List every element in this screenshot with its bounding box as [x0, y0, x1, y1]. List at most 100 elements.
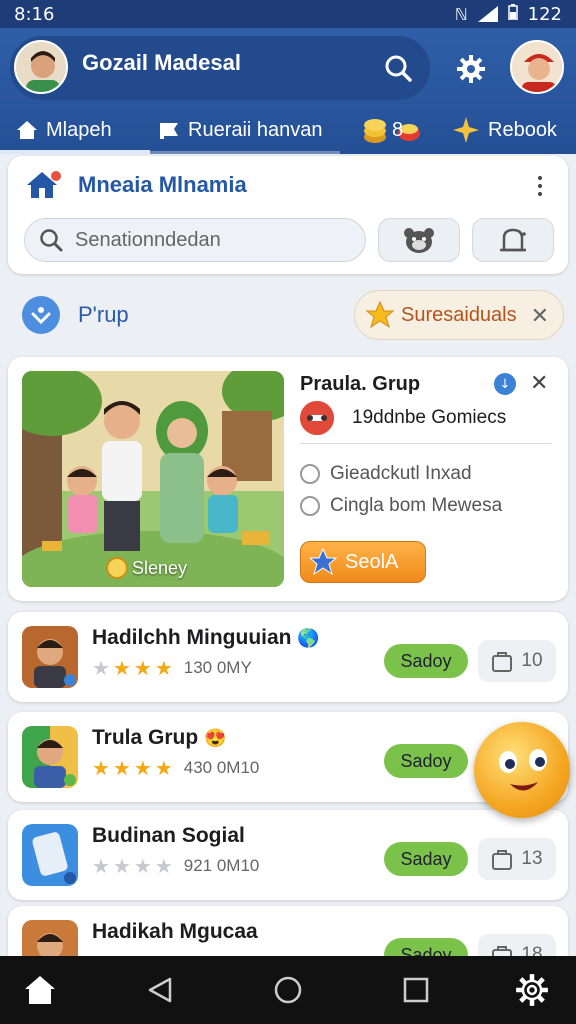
family-image: [22, 371, 284, 587]
gear-icon: [457, 55, 485, 83]
home-circle-nav-button[interactable]: [268, 972, 308, 1008]
status-icons: ℕ 122: [454, 3, 562, 25]
chevron-down-icon: [31, 307, 51, 325]
star-icon: ★: [154, 854, 173, 878]
info-badge-icon[interactable]: ↓: [494, 373, 516, 395]
option-radio-1[interactable]: Gieadckutl Inxad: [300, 463, 472, 485]
card-title: Mneaia Mlnamia: [78, 172, 247, 197]
item-title: Trula Grup 😍: [92, 726, 227, 749]
tab-rueraii[interactable]: Rueraii hanvan: [158, 114, 323, 146]
feature-action-button[interactable]: SeolA: [300, 541, 426, 583]
item-action-button[interactable]: Saday: [384, 842, 468, 876]
back-triangle-icon: [148, 977, 172, 1003]
search-button[interactable]: [378, 48, 418, 88]
status-bar: 8:16 ℕ 122: [0, 0, 576, 28]
tab-divider: [150, 151, 340, 154]
item-count-button[interactable]: 13: [478, 838, 556, 880]
tab-coins[interactable]: 8: [362, 114, 422, 146]
rating-stars: ★ ★ ★ ★ 921 0M10: [92, 856, 259, 876]
search-placeholder: Senationndedan: [75, 228, 221, 251]
search-card: Mneaia Mlnamia Senationndedan: [8, 156, 568, 274]
rating-stars: ★ ★ ★ ★ 430 0M10: [92, 758, 259, 778]
option-label: Gieadckutl Inxad: [330, 463, 472, 484]
floating-emoji-button[interactable]: [474, 722, 570, 818]
option-radio-2[interactable]: Cingla bom Mewesa: [300, 495, 502, 517]
tab-rebook[interactable]: Rebook: [452, 114, 557, 146]
item-action-button[interactable]: Sadoy: [384, 744, 468, 778]
status-time: 8:16: [14, 3, 55, 25]
star-icon: ★: [133, 756, 152, 780]
radio-circle: [300, 496, 320, 516]
username: Gozail Madesal: [82, 50, 241, 75]
square-icon: [403, 977, 429, 1003]
item-action-button[interactable]: Sadoy: [384, 644, 468, 678]
back-nav-button[interactable]: [140, 972, 180, 1008]
item-title: Budinan Sogial: [92, 824, 245, 847]
coin-icon: [106, 557, 128, 579]
friend-avatar[interactable]: [510, 40, 564, 94]
gear-icon: [516, 974, 548, 1006]
star-icon: ★: [133, 656, 152, 680]
star-icon: ★: [92, 656, 110, 680]
group-label: P'rup: [78, 302, 129, 327]
user-avatar[interactable]: [14, 40, 68, 94]
chip-label: Suresaiduals: [401, 303, 517, 326]
list-item[interactable]: Hadilchh Minguuian 🌎 ★ ★ ★ ★ 130 0MY Sad…: [8, 612, 568, 702]
option-label: Cingla bom Mewesa: [330, 495, 503, 516]
item-count: 13: [521, 848, 543, 869]
star-icon: ★: [92, 854, 110, 878]
world-icon: 🌎: [297, 628, 320, 648]
smiley-face-icon: [499, 749, 547, 791]
star-icon: ★: [154, 656, 173, 680]
star-icon: ★: [112, 756, 131, 780]
search-input[interactable]: Senationndedan: [24, 218, 366, 262]
group-emblem-icon: [300, 401, 334, 435]
tab-home[interactable]: Mlapeh: [16, 114, 112, 146]
sparkle-icon: [453, 117, 479, 143]
list-item[interactable]: Budinan Sogial ★ ★ ★ ★ 921 0M10 Saday 13: [8, 810, 568, 900]
item-avatar: [22, 726, 78, 788]
mascot-filter-button[interactable]: [378, 218, 460, 262]
close-icon[interactable]: ✕: [530, 371, 548, 396]
search-icon: [40, 229, 63, 252]
star-icon: ★: [133, 854, 152, 878]
close-icon[interactable]: ✕: [531, 303, 549, 329]
feature-subtitle: 19ddnbe Gomiecs: [352, 407, 507, 428]
heart-eyes-icon: 😍: [204, 728, 227, 748]
battery-level: 122: [527, 3, 562, 25]
settings-button[interactable]: [452, 50, 490, 88]
notification-filter-button[interactable]: [472, 218, 554, 262]
divider: [300, 443, 552, 444]
bag-icon: [492, 850, 513, 870]
group-icon[interactable]: [22, 296, 60, 334]
item-meta: 130 0MY: [183, 658, 252, 677]
home-icon: [25, 976, 55, 1004]
nfc-icon: ℕ: [454, 4, 468, 24]
star-icon: [309, 548, 337, 576]
feature-title: Praula. Grup: [300, 373, 421, 395]
image-caption: Sleney: [106, 557, 187, 579]
settings-nav-button[interactable]: [512, 972, 552, 1008]
circle-icon: [274, 976, 302, 1004]
home-badge-icon: [26, 170, 62, 204]
bell-icon: [500, 228, 526, 252]
recents-nav-button[interactable]: [396, 972, 436, 1008]
radio-circle: [300, 464, 320, 484]
star-icon: ★: [92, 756, 110, 780]
family-illustration[interactable]: Sleney: [22, 371, 284, 587]
bag-icon: [492, 652, 513, 672]
item-count-button[interactable]: 10: [478, 640, 556, 682]
tab-label: Rebook: [488, 118, 557, 141]
filter-chip[interactable]: Suresaiduals ✕: [354, 290, 564, 340]
image-caption-text: Sleney: [132, 557, 188, 578]
star-icon: ★: [112, 854, 131, 878]
home-icon: [17, 121, 37, 139]
more-menu-button[interactable]: [528, 172, 552, 200]
item-avatar: [22, 626, 78, 688]
rating-stars: ★ ★ ★ ★ 130 0MY: [92, 658, 252, 678]
search-icon: [385, 55, 412, 82]
friend-avatar-image: [512, 42, 562, 92]
home-nav-button[interactable]: [20, 972, 60, 1008]
item-count: 10: [521, 650, 543, 671]
item-title: Hadilchh Minguuian 🌎: [92, 626, 320, 649]
